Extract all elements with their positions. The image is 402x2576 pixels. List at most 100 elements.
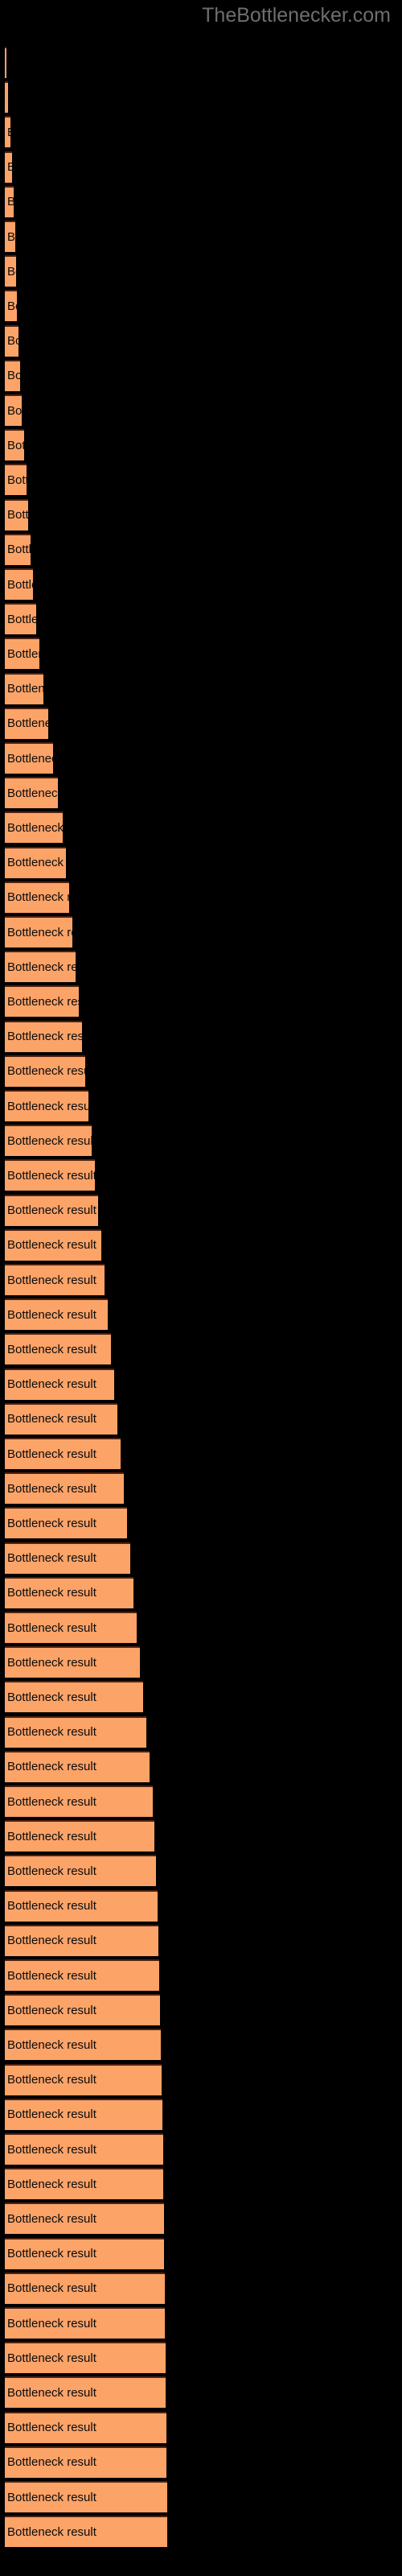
bar[interactable]: Bottleneck result [5,1020,82,1052]
bar[interactable]: Bottleneck result [5,846,66,878]
bar-row: Bottleneck result [0,185,402,217]
bar[interactable]: Bottleneck result [5,811,63,844]
bar[interactable]: Bottleneck result [5,1785,153,1817]
bar[interactable]: Bottleneck result [5,1994,160,2026]
bar[interactable]: Bottleneck result [5,1959,159,1991]
bar[interactable]: Bottleneck result [5,429,24,461]
bar[interactable]: Bottleneck result [5,221,15,252]
bar[interactable]: Bottleneck result [5,568,33,600]
bar[interactable]: Bottleneck result [5,2376,166,2409]
bar-label: Bottleneck result [7,2455,96,2470]
bar[interactable]: Bottleneck result [5,533,31,565]
bar[interactable]: Bottleneck result [5,603,36,635]
bar-label: Bottleneck result [7,612,36,626]
bar-row: Bottleneck result [0,2098,402,2130]
bar[interactable]: Bottleneck result [5,1715,146,1748]
bar[interactable]: Bottleneck result [5,185,14,217]
bar-label: Bottleneck result [7,786,58,800]
bar-label: Bottleneck result [7,1725,96,1740]
bar-row: Bottleneck result [0,255,402,287]
bar[interactable]: Bottleneck result [5,151,12,183]
bar[interactable]: Bottleneck result [5,1438,121,1469]
bar[interactable]: Bottleneck result [5,2342,166,2374]
bar[interactable]: Bottleneck result [5,2516,167,2548]
bar[interactable]: Bottleneck result [5,1298,108,1331]
bar-row: Bottleneck result [0,1924,402,1956]
bar[interactable]: Bottleneck result [5,2411,166,2443]
bar[interactable]: Bottleneck result [5,1194,98,1226]
bar[interactable]: Bottleneck result [5,1924,158,1956]
bar[interactable]: Bottleneck result [5,985,79,1018]
bar[interactable]: Bottleneck result [5,1576,133,1608]
bar[interactable]: Bottleneck result [5,1542,130,1574]
bar[interactable]: Bottleneck result [5,1681,143,1713]
bar-row: Bottleneck result [0,846,402,878]
bar[interactable]: Bottleneck result [5,881,69,913]
bar[interactable]: Bottleneck result [5,255,16,287]
bar-row: Bottleneck result [0,1438,402,1469]
bar-row: Bottleneck result [0,742,402,774]
bar[interactable]: Bottleneck result [5,1750,150,1782]
bar[interactable]: Bottleneck result [5,47,6,78]
bar-row: Bottleneck result [0,324,402,357]
bar[interactable]: Bottleneck result [5,742,53,774]
bar[interactable]: Bottleneck result [5,394,22,426]
bar[interactable]: Bottleneck result [5,2098,162,2130]
bar[interactable]: Bottleneck result [5,2133,163,2165]
bar[interactable]: Bottleneck result [5,2272,165,2304]
bar[interactable]: Bottleneck result [5,290,17,322]
bar[interactable]: Bottleneck result [5,707,48,739]
bar-row: Bottleneck result [0,1889,402,1922]
bar-label: Bottleneck result [7,2073,96,2087]
bar-label: Bottleneck result [7,1620,96,1635]
bar-label: Bottleneck result [7,2524,96,2539]
bar-row: Bottleneck result [0,951,402,983]
bar[interactable]: Bottleneck result [5,2029,161,2061]
bar[interactable]: Bottleneck result [5,2063,162,2095]
bar[interactable]: Bottleneck result [5,1333,111,1365]
bar[interactable]: Bottleneck result [5,464,27,496]
bar[interactable]: Bottleneck result [5,1402,117,1435]
bar[interactable]: Bottleneck result [5,638,39,670]
bar-row: Bottleneck result [0,568,402,600]
bar[interactable]: Bottleneck result [5,81,8,114]
bar[interactable]: Bottleneck result [5,1855,156,1887]
bar-row: Bottleneck result [0,603,402,635]
bar[interactable]: Bottleneck result [5,2168,163,2200]
bar-row: Bottleneck result [0,1715,402,1748]
bar[interactable]: Bottleneck result [5,2446,166,2478]
bar[interactable]: Bottleneck result [5,1125,92,1157]
bar[interactable]: Bottleneck result [5,1090,88,1121]
bar[interactable]: Bottleneck result [5,2307,165,2339]
bar[interactable]: Bottleneck result [5,116,10,148]
bar[interactable]: Bottleneck result [5,951,76,983]
bar[interactable]: Bottleneck result [5,359,20,391]
bar[interactable]: Bottleneck result [5,1472,124,1505]
bar[interactable]: Bottleneck result [5,1646,140,1678]
bar[interactable]: Bottleneck result [5,1055,85,1087]
bar[interactable]: Bottleneck result [5,1507,127,1539]
bar[interactable]: Bottleneck result [5,2202,164,2235]
bar-row: Bottleneck result [0,2272,402,2304]
bar[interactable]: Bottleneck result [5,1159,95,1191]
bar-label: Bottleneck result [7,1760,96,1774]
bar[interactable]: Bottleneck result [5,916,72,947]
bar-row: Bottleneck result [0,394,402,426]
bar[interactable]: Bottleneck result [5,324,18,357]
bar[interactable]: Bottleneck result [5,1264,105,1295]
bar-row: Bottleneck result [0,2411,402,2443]
bar[interactable]: Bottleneck result [5,1612,137,1643]
bar[interactable]: Bottleneck result [5,672,43,704]
bar-label: Bottleneck result [7,403,22,418]
bar-row: Bottleneck result [0,464,402,496]
bar[interactable]: Bottleneck result [5,777,58,809]
bar[interactable]: Bottleneck result [5,1228,101,1261]
bar[interactable]: Bottleneck result [5,498,28,530]
bar[interactable]: Bottleneck result [5,2237,164,2269]
bar-label: Bottleneck result [7,1899,96,1913]
bar[interactable]: Bottleneck result [5,1889,158,1922]
bar[interactable]: Bottleneck result [5,1368,114,1400]
bar[interactable]: Bottleneck result [5,2481,167,2512]
bar-label: Bottleneck result [7,2037,96,2052]
bar[interactable]: Bottleneck result [5,1820,154,1852]
